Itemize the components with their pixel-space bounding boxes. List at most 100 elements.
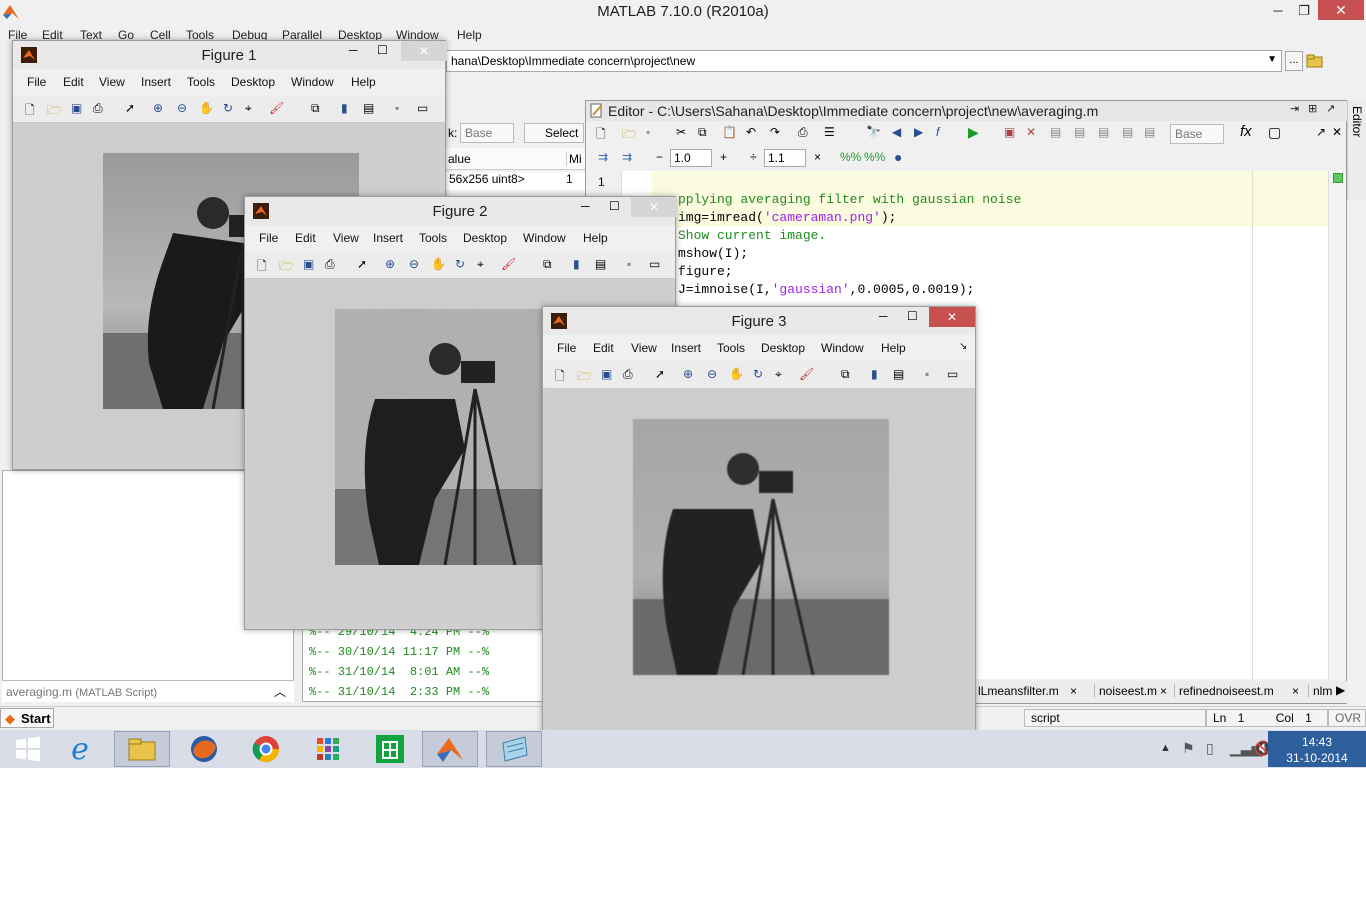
menu-window[interactable]: Window: [821, 341, 864, 355]
menu-file[interactable]: File: [259, 231, 278, 245]
cut-icon[interactable]: ✂: [676, 125, 686, 139]
menu-desktop[interactable]: Desktop: [231, 75, 275, 89]
maximize-button[interactable]: ☐: [609, 199, 620, 213]
menu-help[interactable]: Help: [583, 231, 608, 245]
current-folder-field[interactable]: hana\Desktop\Immediate concern\project\n…: [446, 50, 1282, 72]
new-figure-icon[interactable]: 🗋: [257, 257, 273, 273]
collapse-chevron-icon[interactable]: ︿: [274, 683, 286, 700]
zoom-in-icon[interactable]: ⊕: [683, 367, 699, 383]
history-line[interactable]: %-- 31/10/14 8:01 AM --%: [309, 665, 489, 679]
legend-icon[interactable]: ▤: [363, 101, 379, 117]
indent-icon[interactable]: ☰: [824, 125, 835, 139]
tab-close-icon[interactable]: ×: [1160, 684, 1167, 698]
maximize-button[interactable]: ☐: [377, 43, 388, 57]
code-line[interactable]: img=imread('cameraman.png');: [678, 210, 896, 225]
editor-side-tab[interactable]: Editor: [1347, 100, 1366, 200]
print-icon[interactable]: ⎙: [93, 101, 109, 117]
show-plot-tools-icon[interactable]: ▭: [417, 101, 433, 117]
code-line[interactable]: pplying averaging filter with gaussian n…: [678, 192, 1021, 207]
print-icon[interactable]: ⎙: [325, 257, 341, 273]
paste-icon[interactable]: 📋: [722, 125, 737, 139]
show-hidden-icons[interactable]: ▲: [1160, 742, 1171, 754]
folder-up-icon[interactable]: [1306, 53, 1324, 69]
step-out-icon[interactable]: ▤: [1098, 125, 1109, 139]
open-file-icon[interactable]: 🗁: [47, 101, 63, 117]
save-icon[interactable]: ▣: [601, 367, 617, 383]
menu-help[interactable]: Help: [351, 75, 376, 89]
code-line[interactable]: Show current image.: [678, 228, 826, 243]
start-button[interactable]: ◆ Start: [0, 708, 54, 728]
zoom-in-icon[interactable]: ⊕: [153, 101, 169, 117]
menu-insert[interactable]: Insert: [671, 341, 701, 355]
open-file-icon[interactable]: 🗁: [279, 257, 295, 273]
select-data-button[interactable]: Select: [524, 123, 584, 143]
history-line[interactable]: %-- 31/10/14 2:33 PM --%: [309, 685, 489, 699]
minimize-button[interactable]: ─: [1264, 1, 1292, 21]
new-file-icon[interactable]: 🗋: [596, 125, 606, 146]
cell-minus[interactable]: −: [656, 150, 663, 164]
editor-tab[interactable]: nlm: [1308, 684, 1332, 698]
clear-breakpoints-icon[interactable]: ✕: [1026, 125, 1036, 139]
zoom-out-icon[interactable]: ⊖: [177, 101, 193, 117]
menu-file[interactable]: File: [27, 75, 46, 89]
history-line[interactable]: %-- 30/10/14 11:17 PM --%: [309, 645, 489, 659]
close-button[interactable]: ✕: [1318, 0, 1364, 20]
menu-view[interactable]: View: [631, 341, 657, 355]
save-icon[interactable]: ▣: [71, 101, 87, 117]
minimize-button[interactable]: ─: [879, 309, 888, 323]
menu-view[interactable]: View: [99, 75, 125, 89]
pointer-icon[interactable]: ➚: [357, 257, 373, 273]
info-icon[interactable]: ●: [894, 149, 902, 165]
menu-edit[interactable]: Edit: [295, 231, 316, 245]
taskbar-explorer[interactable]: [114, 731, 170, 767]
menu-window[interactable]: Window: [291, 75, 334, 89]
stack-select[interactable]: Base: [460, 123, 514, 143]
fx-icon[interactable]: fx: [1240, 123, 1252, 140]
data-cursor-icon[interactable]: ⌖: [775, 367, 791, 383]
tile-icon[interactable]: ⊞: [1308, 102, 1317, 115]
colorbar-icon[interactable]: ▮: [341, 101, 357, 117]
pan-icon[interactable]: ✋: [199, 101, 215, 117]
brush-icon[interactable]: 🖌: [799, 367, 815, 383]
pointer-icon[interactable]: ➚: [125, 101, 141, 117]
find-icon[interactable]: 🔭: [866, 125, 881, 139]
cell-value-input-2[interactable]: 1.1: [764, 149, 806, 167]
start-windows-button[interactable]: [0, 731, 56, 767]
cell-plus[interactable]: +: [720, 150, 727, 164]
function-browser-icon[interactable]: f: [936, 125, 939, 139]
legend-icon[interactable]: ▤: [595, 257, 611, 273]
rotate-icon[interactable]: ↻: [455, 257, 471, 273]
taskbar-chrome[interactable]: [238, 731, 294, 767]
breakpoint-icon[interactable]: ▣: [1004, 125, 1015, 139]
undock-editor-icon[interactable]: ↗: [1316, 125, 1326, 139]
insert-cell-icon[interactable]: ⇉: [598, 150, 608, 164]
show-plot-tools-icon[interactable]: ▭: [649, 257, 665, 273]
undock-icon[interactable]: ↗: [1326, 102, 1335, 115]
legend-icon[interactable]: ▤: [893, 367, 909, 383]
copy-icon[interactable]: ⧉: [698, 125, 707, 140]
data-cursor-icon[interactable]: ⌖: [477, 257, 493, 273]
menu-help[interactable]: Help: [457, 28, 482, 42]
hide-plot-tools-icon[interactable]: ▪: [395, 101, 411, 117]
colorbar-icon[interactable]: ▮: [871, 367, 887, 383]
dock-figure-icon[interactable]: ↘: [959, 341, 967, 352]
menu-desktop[interactable]: Desktop: [761, 341, 805, 355]
taskbar-matlab[interactable]: [422, 731, 478, 767]
system-clock[interactable]: 14:43 31-10-2014: [1268, 731, 1366, 767]
dock-arrow-icon[interactable]: ⇥: [1290, 102, 1299, 115]
exit-debug-icon[interactable]: ▤: [1144, 125, 1155, 139]
restore-button[interactable]: ❐: [1290, 1, 1318, 21]
cell-mode-icon[interactable]: %%: [840, 150, 861, 164]
step-icon[interactable]: ▤: [1050, 125, 1061, 139]
cell-value-input-1[interactable]: 1.0: [670, 149, 712, 167]
workspace-col-value[interactable]: alue: [448, 152, 471, 166]
hide-plot-tools-icon[interactable]: ▪: [627, 257, 643, 273]
cell-close[interactable]: ×: [814, 150, 821, 164]
eval-cell-icon[interactable]: ⇉: [622, 150, 632, 164]
code-line[interactable]: J=imnoise(I,'gaussian',0.0005,0.0019);: [678, 282, 974, 297]
editor-tab[interactable]: noiseest.m: [1094, 684, 1157, 698]
open-file-icon[interactable]: 🗁: [622, 125, 637, 146]
print-icon[interactable]: ⎙: [623, 367, 639, 383]
pointer-icon[interactable]: ➚: [655, 367, 671, 383]
menu-edit[interactable]: Edit: [63, 75, 84, 89]
